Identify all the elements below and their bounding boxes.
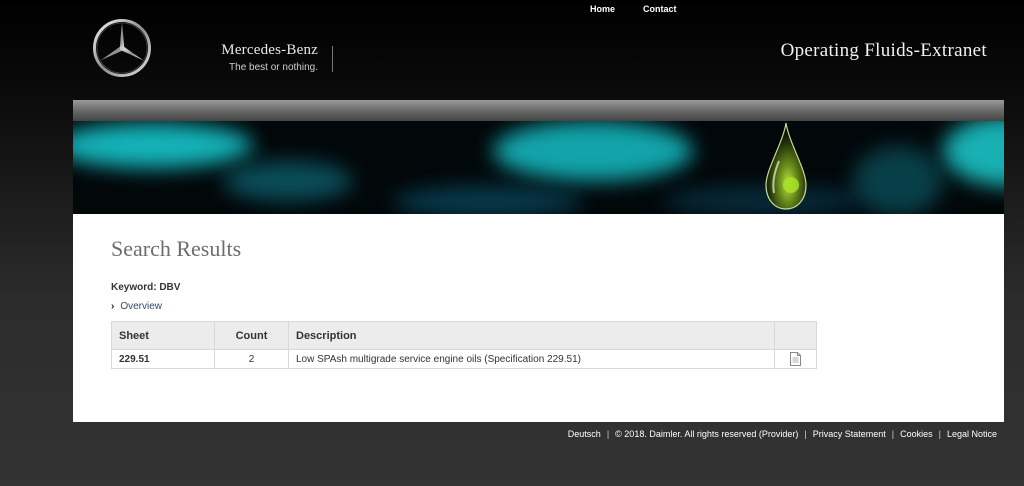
page-title: Search Results bbox=[111, 236, 242, 261]
footer-cookies-link[interactable]: Cookies bbox=[900, 429, 933, 439]
brand-tagline: The best or nothing. bbox=[229, 62, 318, 73]
banner-blob bbox=[73, 123, 253, 168]
top-nav: Home Contact bbox=[590, 4, 677, 14]
header-banner bbox=[73, 121, 1004, 214]
footer-copyright-link[interactable]: © 2018. Daimler. All rights reserved (Pr… bbox=[615, 429, 798, 439]
site-title: Operating Fluids-Extranet bbox=[780, 40, 987, 61]
overview-link-label: Overview bbox=[120, 301, 163, 312]
chevron-right-icon: › bbox=[111, 301, 115, 312]
banner-blob bbox=[493, 121, 693, 181]
brand-name: Mercedes-Benz bbox=[221, 42, 318, 58]
banner-blob bbox=[393, 186, 583, 214]
cell-sheet: 229.51 bbox=[111, 349, 215, 369]
footer-separator: | bbox=[606, 429, 610, 439]
footer-separator: | bbox=[891, 429, 895, 439]
banner-blob bbox=[943, 121, 1004, 186]
footer-privacy-link[interactable]: Privacy Statement bbox=[813, 429, 886, 439]
cell-count: 2 bbox=[214, 349, 289, 369]
mercedes-star-icon[interactable] bbox=[92, 18, 152, 78]
brand-divider bbox=[332, 46, 333, 72]
column-header-count: Count bbox=[214, 321, 289, 350]
document-icon[interactable] bbox=[790, 352, 801, 366]
column-header-sheet: Sheet bbox=[111, 321, 215, 350]
column-header-description: Description bbox=[288, 321, 775, 350]
brand-wordmark: Mercedes-Benz The best or nothing. bbox=[212, 42, 318, 73]
table-row: 229.51 2 Low SPAsh multigrade service en… bbox=[111, 349, 817, 369]
footer-legal-link[interactable]: Legal Notice bbox=[947, 429, 997, 439]
cell-document bbox=[774, 349, 817, 369]
cell-description: Low SPAsh multigrade service engine oils… bbox=[288, 349, 775, 369]
footer-separator: | bbox=[804, 429, 807, 439]
keyword-label: Keyword: DBV bbox=[111, 282, 181, 293]
column-header-document bbox=[774, 321, 817, 350]
subnav-bar bbox=[73, 100, 1004, 121]
banner-blob bbox=[223, 161, 353, 201]
table-header-row: Sheet Count Description bbox=[111, 321, 817, 350]
main-content: Search Results Keyword: DBV › Overview S… bbox=[73, 214, 1004, 369]
nav-contact-link[interactable]: Contact bbox=[643, 4, 677, 14]
footer-deutsch-link[interactable]: Deutsch bbox=[568, 429, 601, 439]
banner-blob bbox=[853, 146, 943, 214]
overview-link[interactable]: › Overview bbox=[111, 301, 966, 312]
footer-separator: | bbox=[938, 429, 941, 439]
results-table: Sheet Count Description 229.51 2 Low SPA… bbox=[111, 321, 817, 369]
footer: Deutsch | © 2018. Daimler. All rights re… bbox=[568, 429, 997, 439]
oil-drop-image bbox=[765, 122, 807, 210]
nav-home-link[interactable]: Home bbox=[590, 4, 615, 14]
content-panel: Search Results Keyword: DBV › Overview S… bbox=[73, 100, 1004, 422]
